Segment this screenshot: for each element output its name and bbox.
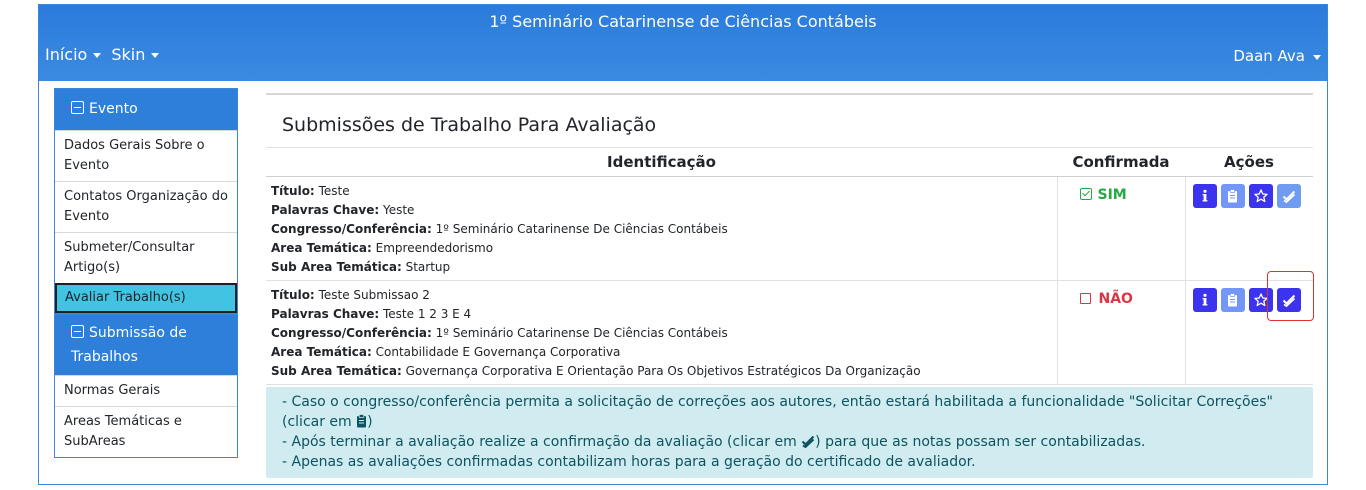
nav-menu: Início Skin: [45, 45, 160, 64]
collapse-icon: [71, 101, 84, 114]
clipboard-icon: [357, 414, 367, 428]
sidebar-item-contatos[interactable]: Contatos Organização do Evento: [55, 181, 237, 232]
note-text: ) para que as notas possam ser contabili…: [815, 434, 1146, 450]
info-button[interactable]: [1192, 288, 1217, 312]
confirmed-cell: SIM: [1056, 176, 1185, 281]
clipboard-icon: [1228, 293, 1237, 307]
evaluate-button[interactable]: [1248, 184, 1273, 208]
field-label: Palavras Chave:: [271, 307, 380, 321]
field-congresso: 1º Seminário Catarinense De Ciências Con…: [435, 326, 728, 340]
request-corrections-button[interactable]: [1220, 184, 1245, 208]
double-check-icon: [1282, 190, 1295, 203]
app-frame: 1º Seminário Catarinense de Ciências Con…: [38, 4, 1328, 485]
page-title: Submissões de Trabalho Para Avaliação: [282, 114, 657, 136]
user-menu[interactable]: Daan Ava: [1233, 47, 1321, 65]
checked-box-icon: [1079, 188, 1092, 200]
caret-down-icon: [151, 53, 160, 58]
nav-inicio[interactable]: Início: [45, 45, 102, 64]
note-text: - Caso o congresso/conferência permita a…: [282, 394, 1273, 430]
nav-skin-label: Skin: [111, 45, 146, 64]
col-confirmada: Confirmada: [1057, 147, 1185, 177]
submissions-table: Identificação Confirmada Ações Título: T…: [266, 147, 1314, 385]
sidebar-evento: Evento Dados Gerais Sobre o Evento Conta…: [54, 88, 238, 314]
note-text: - Após terminar a avaliação realize a co…: [282, 434, 802, 450]
collapse-icon: [71, 325, 84, 338]
field-label: Area Temática:: [271, 345, 372, 359]
field-titulo: Teste: [318, 184, 350, 198]
field-area: Contabilidade E Governança Corporativa: [375, 345, 621, 359]
note-line-2: - Após terminar a avaliação realize a co…: [282, 432, 1297, 452]
confirmed-status: SIM: [1097, 187, 1127, 203]
field-label: Palavras Chave:: [271, 203, 380, 217]
nav-inicio-label: Início: [45, 45, 88, 64]
field-label: Congresso/Conferência:: [271, 222, 432, 236]
sidebar-item-submeter[interactable]: Submeter/Consultar Artigo(s): [55, 232, 237, 283]
main-panel: Submissões de Trabalho Para Avaliação Id…: [266, 93, 1314, 490]
sidebar-submissao-header[interactable]: Submissão de Trabalhos: [55, 315, 237, 375]
info-icon: [1202, 293, 1207, 306]
actions-cell: [1184, 271, 1314, 385]
sidebar-evento-title: Evento: [89, 101, 138, 117]
top-navbar: 1º Seminário Catarinense de Ciências Con…: [39, 5, 1327, 81]
note-text: ): [367, 414, 373, 430]
field-subarea: Governança Corporativa E Orientação Para…: [405, 364, 921, 378]
field-label: Congresso/Conferência:: [271, 326, 432, 340]
nav-skin[interactable]: Skin: [111, 45, 160, 64]
col-acoes: Ações: [1185, 147, 1313, 177]
star-icon: [1253, 293, 1268, 307]
sidebar-item-avaliar[interactable]: Avaliar Trabalho(s): [55, 283, 237, 313]
clipboard-icon: [1228, 189, 1237, 203]
sidebar-item-normas[interactable]: Normas Gerais: [55, 375, 237, 406]
field-palavras: Yeste: [382, 203, 415, 217]
field-congresso: 1º Seminário Catarinense De Ciências Con…: [435, 222, 728, 236]
field-subarea: Startup: [405, 260, 451, 274]
confirmed-status: NÃO: [1098, 291, 1133, 307]
info-alert: - Caso o congresso/conferência permita a…: [266, 387, 1313, 478]
actions-cell: [1184, 176, 1313, 281]
table-row: Título: Teste Submissao 2 Palavras Chave…: [266, 271, 1314, 385]
field-area: Empreendedorismo: [375, 241, 494, 255]
double-check-icon: [801, 435, 815, 448]
field-titulo: Teste Submissao 2: [318, 288, 430, 302]
star-icon: [1253, 189, 1268, 203]
caret-down-icon: [1313, 54, 1321, 60]
note-line-1: - Caso o congresso/conferência permita a…: [282, 392, 1297, 432]
field-label: Título:: [271, 288, 315, 302]
identification-cell: Título: Teste Palavras Chave: Yeste Cong…: [266, 176, 1057, 281]
field-label: Sub Area Temática:: [271, 260, 402, 274]
info-button[interactable]: [1192, 184, 1217, 208]
sidebar-item-areas[interactable]: Areas Temáticas e SubAreas: [55, 406, 237, 457]
col-identificacao: Identificação: [266, 147, 1057, 177]
highlight-annotation: [1266, 271, 1314, 321]
caret-down-icon: [93, 53, 102, 58]
request-corrections-button[interactable]: [1220, 288, 1245, 312]
field-label: Sub Area Temática:: [271, 364, 402, 378]
field-label: Area Temática:: [271, 241, 372, 255]
confirm-evaluation-button[interactable]: [1276, 184, 1301, 208]
app-title: 1º Seminário Catarinense de Ciências Con…: [489, 12, 877, 31]
sidebar-submissao: Submissão de Trabalhos Normas Gerais Are…: [54, 314, 238, 458]
user-name: Daan Ava: [1233, 47, 1305, 65]
field-label: Título:: [271, 184, 315, 198]
confirmed-cell: NÃO: [1056, 280, 1185, 385]
note-line-3: - Apenas as avaliações confirmadas conta…: [282, 454, 976, 470]
sidebar-item-dados-gerais[interactable]: Dados Gerais Sobre o Evento: [55, 130, 237, 181]
field-palavras: Teste 1 2 3 E 4: [382, 307, 472, 321]
sidebar-evento-header[interactable]: Evento: [55, 89, 237, 130]
info-icon: [1202, 189, 1207, 202]
sidebar-submissao-title: Submissão de Trabalhos: [71, 325, 187, 365]
identification-cell: Título: Teste Submissao 2 Palavras Chave…: [266, 280, 1057, 385]
table-row: Título: Teste Palavras Chave: Yeste Cong…: [266, 176, 1313, 281]
unchecked-box-icon: [1079, 293, 1091, 304]
